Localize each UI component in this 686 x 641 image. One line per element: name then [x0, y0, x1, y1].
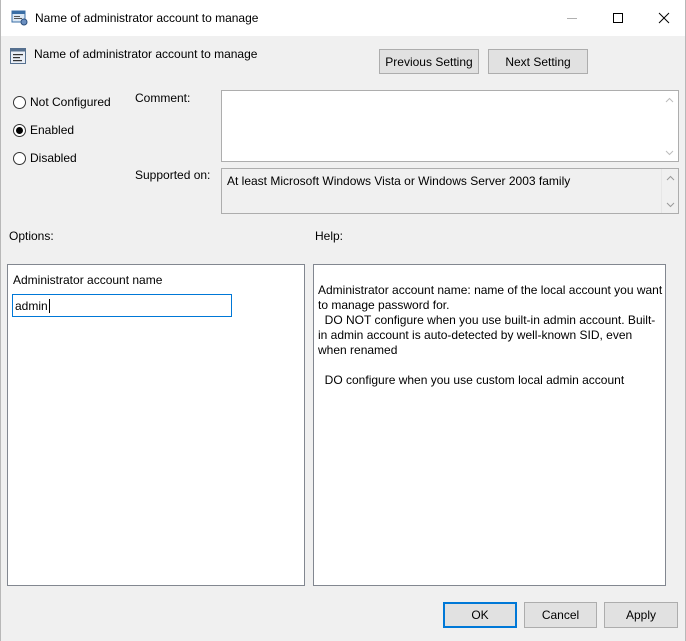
chevron-up-icon — [666, 175, 675, 180]
supported-on-value: At least Microsoft Windows Vista or Wind… — [227, 174, 571, 188]
options-label: Options: — [9, 229, 54, 243]
help-paragraph — [318, 358, 663, 373]
ok-button[interactable]: OK — [443, 602, 517, 628]
chevron-up-icon — [665, 97, 674, 102]
admin-account-name-input[interactable]: admin — [12, 294, 232, 317]
next-setting-button[interactable]: Next Setting — [488, 49, 588, 74]
title-bar: Name of administrator account to manage — [1, 0, 685, 36]
minimize-icon — [567, 18, 577, 19]
chevron-down-icon — [666, 202, 675, 207]
scroll-down-button[interactable] — [661, 144, 678, 161]
policy-setting-icon — [11, 10, 28, 26]
chevron-down-icon — [665, 150, 674, 155]
help-label: Help: — [315, 229, 344, 243]
text-caret — [48, 298, 50, 313]
window-title: Name of administrator account to manage — [35, 11, 259, 25]
enabled-radio[interactable]: Enabled — [13, 123, 74, 137]
not-configured-radio[interactable]: Not Configured — [13, 95, 111, 109]
comment-textarea[interactable] — [221, 90, 679, 162]
radio-label: Not Configured — [30, 95, 111, 109]
help-text: Administrator account name: name of the … — [318, 283, 663, 388]
policy-setting-icon — [10, 48, 26, 64]
comment-scrollbar[interactable] — [661, 91, 678, 161]
help-paragraph: DO NOT configure when you use built-in a… — [318, 313, 656, 357]
close-icon — [658, 12, 670, 24]
radio-button[interactable] — [13, 123, 26, 137]
policy-setting-dialog: Name of administrator account to manage … — [0, 0, 686, 641]
scroll-up-button[interactable] — [662, 169, 679, 186]
help-paragraph: Administrator account name: name of the … — [318, 283, 663, 312]
supported-on-label: Supported on: — [135, 168, 211, 182]
radio-button[interactable] — [13, 151, 26, 165]
admin-account-name-label: Administrator account name — [13, 273, 163, 287]
apply-button[interactable]: Apply — [604, 602, 678, 628]
previous-setting-button[interactable]: Previous Setting — [379, 49, 479, 74]
scroll-up-button[interactable] — [661, 91, 678, 108]
radio-label: Enabled — [30, 123, 75, 137]
disabled-radio[interactable]: Disabled — [13, 151, 77, 165]
options-panel: Administrator account name admin — [7, 264, 305, 586]
close-button[interactable] — [641, 0, 686, 36]
comment-label: Comment: — [135, 91, 191, 105]
cancel-button[interactable]: Cancel — [524, 602, 597, 628]
help-paragraph: DO configure when you use custom local a… — [318, 373, 625, 387]
supported-scrollbar[interactable] — [661, 169, 678, 213]
maximize-button[interactable] — [595, 0, 641, 36]
maximize-icon — [613, 13, 623, 23]
help-panel: Administrator account name: name of the … — [313, 264, 666, 586]
input-value: admin — [15, 298, 48, 313]
radio-button[interactable] — [13, 95, 26, 109]
minimize-button[interactable] — [549, 0, 595, 36]
supported-on-box: At least Microsoft Windows Vista or Wind… — [221, 168, 679, 214]
scroll-down-button[interactable] — [662, 196, 679, 213]
setting-title: Name of administrator account to manage — [34, 47, 258, 61]
radio-label: Disabled — [30, 151, 77, 165]
